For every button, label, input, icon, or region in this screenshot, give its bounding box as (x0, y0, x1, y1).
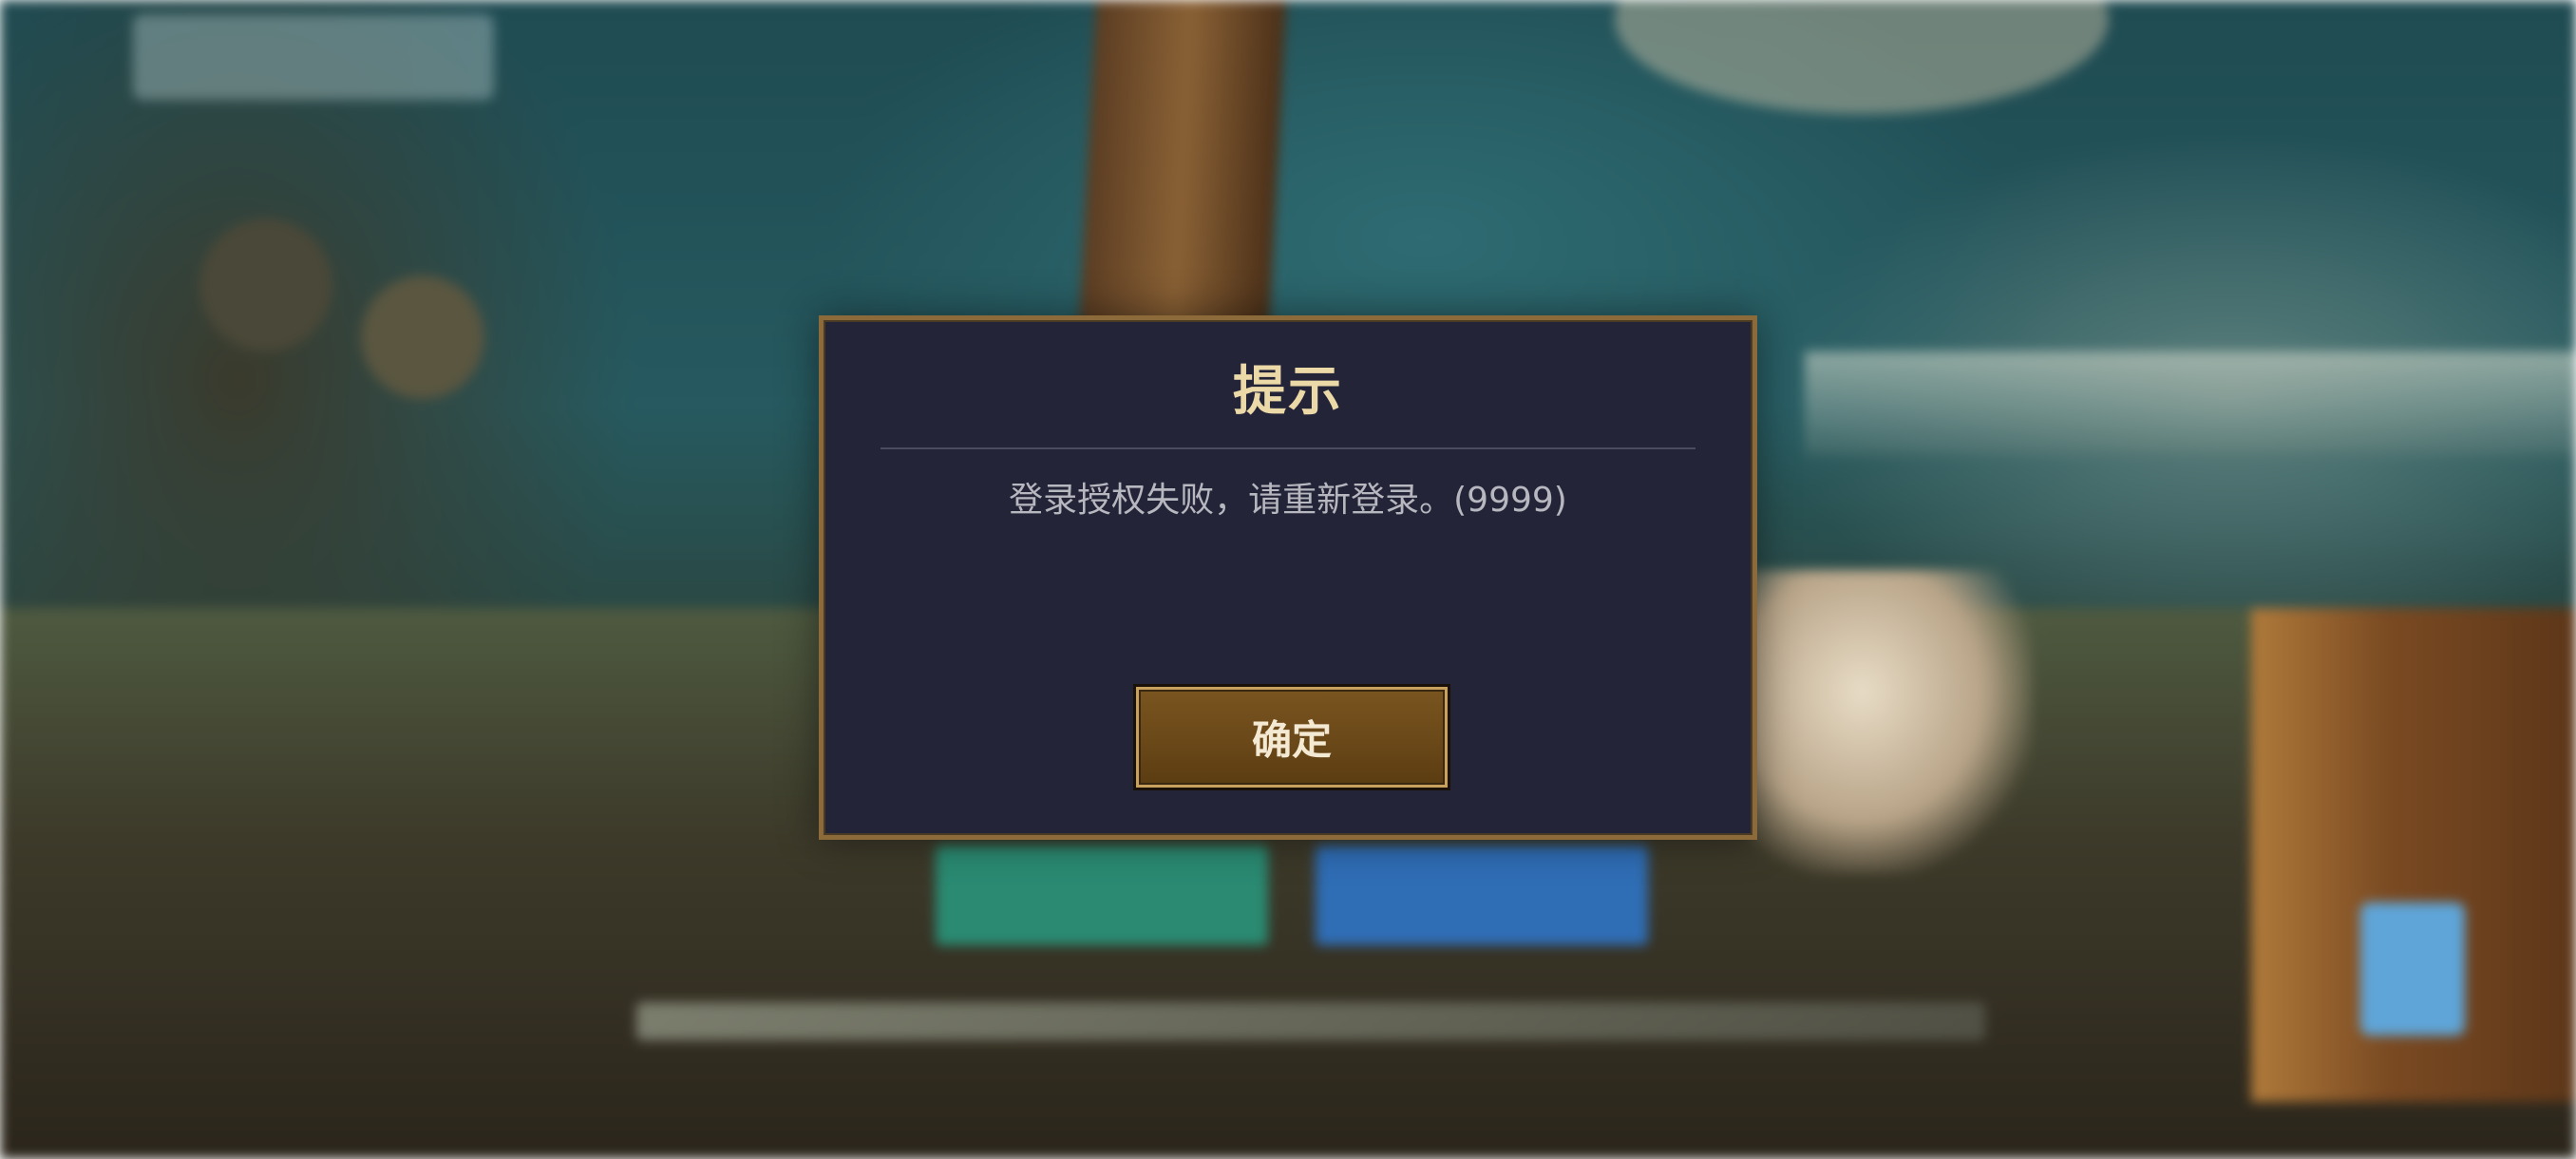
sky-light (1615, 0, 2109, 114)
lantern (361, 276, 484, 399)
dialog-title: 提示 (1233, 361, 1343, 423)
cat-character (1748, 570, 2033, 874)
background-bottle (2360, 902, 2465, 1036)
confirm-button[interactable]: 确定 (1133, 684, 1450, 790)
background-login-button-blue (1316, 846, 1648, 945)
background-agreement-strip (636, 1002, 1985, 1040)
dialog-message: 登录授权失败，请重新登录。(9999) (1009, 481, 1567, 520)
alert-dialog: 提示 登录授权失败，请重新登录。(9999) 确定 (819, 315, 1757, 840)
background-login-button-green (936, 846, 1268, 945)
game-logo (133, 14, 494, 100)
confirm-button-label: 确定 (1251, 716, 1332, 764)
dialog-divider (881, 447, 1695, 449)
ship-railing (1805, 352, 2576, 456)
lantern (199, 218, 332, 352)
